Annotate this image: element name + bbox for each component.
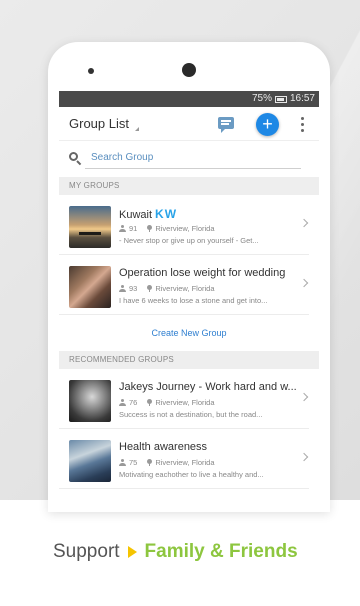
tagline-highlight: Family & Friends <box>144 541 298 562</box>
location-pin-icon <box>147 399 153 406</box>
app-screen: 75% 16:57 Group List + MY GROUPS Kuwait <box>59 91 319 512</box>
members-icon <box>119 399 126 406</box>
group-row-kuwait[interactable]: Kuwait KW 91 Riverview, Florida - Never s… <box>59 195 309 255</box>
group-row-operation-lose-weight[interactable]: Operation lose weight for wedding 93 Riv… <box>59 255 309 315</box>
recommended-groups-header: RECOMMENDED GROUPS <box>59 351 319 369</box>
group-row-jakeys-journey[interactable]: Jakeys Journey - Work hard and w... 76 R… <box>59 369 309 429</box>
battery-level: 75% <box>251 93 272 104</box>
location-pin-icon <box>147 285 153 292</box>
status-bar: 75% 16:57 <box>59 91 319 107</box>
app-bar: Group List + <box>59 107 319 141</box>
members-icon <box>119 225 126 232</box>
play-arrow-icon <box>127 546 137 558</box>
battery-icon <box>274 95 287 103</box>
group-description: I have 6 weeks to lose a stone and get i… <box>119 296 268 305</box>
group-thumbnail <box>69 440 111 482</box>
group-location: Riverview, Florida <box>155 458 215 467</box>
chevron-right-icon <box>299 278 309 288</box>
members-icon <box>119 285 126 292</box>
group-thumbnail <box>69 206 111 248</box>
chevron-right-icon <box>299 392 309 402</box>
tagline-prefix: Support <box>53 541 120 562</box>
location-pin-icon <box>147 225 153 232</box>
chevron-right-icon <box>299 218 309 228</box>
group-location: Riverview, Florida <box>155 224 215 233</box>
member-count: 91 <box>129 224 138 233</box>
location-pin-icon <box>147 459 153 466</box>
members-icon <box>119 459 126 466</box>
camera-icon <box>182 63 196 77</box>
group-name: Jakeys Journey - Work hard and w... <box>119 381 297 393</box>
chat-icon[interactable] <box>218 117 234 133</box>
chevron-right-icon <box>299 452 309 462</box>
group-meta: 91 Riverview, Florida <box>119 224 215 233</box>
more-options-icon[interactable] <box>301 117 305 133</box>
member-count: 93 <box>129 284 138 293</box>
my-groups-header: MY GROUPS <box>59 177 319 195</box>
search-input[interactable] <box>85 147 301 169</box>
add-group-button[interactable]: + <box>256 113 279 136</box>
group-thumbnail <box>69 380 111 422</box>
create-new-group-link[interactable]: Create New Group <box>59 315 319 351</box>
clock: 16:57 <box>289 93 315 104</box>
group-description: Motivating eachother to live a healthy a… <box>119 470 264 479</box>
group-name: Health awareness <box>119 441 208 453</box>
search-bar <box>59 141 319 177</box>
group-name: Kuwait KW <box>119 207 178 221</box>
member-count: 76 <box>129 398 138 407</box>
tagline: Support Family & Friends <box>53 541 298 563</box>
group-meta: 75 Riverview, Florida <box>119 458 215 467</box>
dropdown-icon[interactable] <box>134 126 139 131</box>
group-name: Operation lose weight for wedding <box>119 267 286 279</box>
group-description: Success is not a destination, but the ro… <box>119 410 263 419</box>
group-meta: 93 Riverview, Florida <box>119 284 215 293</box>
kw-badge: KW <box>155 207 178 221</box>
group-thumbnail <box>69 266 111 308</box>
group-location: Riverview, Florida <box>155 284 215 293</box>
speaker-icon <box>88 68 94 74</box>
group-list-title[interactable]: Group List <box>69 116 129 131</box>
group-meta: 76 Riverview, Florida <box>119 398 215 407</box>
search-icon <box>69 152 82 166</box>
phone-frame: 75% 16:57 Group List + MY GROUPS Kuwait <box>48 42 330 512</box>
group-row-health-awareness[interactable]: Health awareness 75 Riverview, Florida M… <box>59 429 309 489</box>
group-description: - Never stop or give up on yourself - Ge… <box>119 236 259 245</box>
group-location: Riverview, Florida <box>155 398 215 407</box>
member-count: 75 <box>129 458 138 467</box>
